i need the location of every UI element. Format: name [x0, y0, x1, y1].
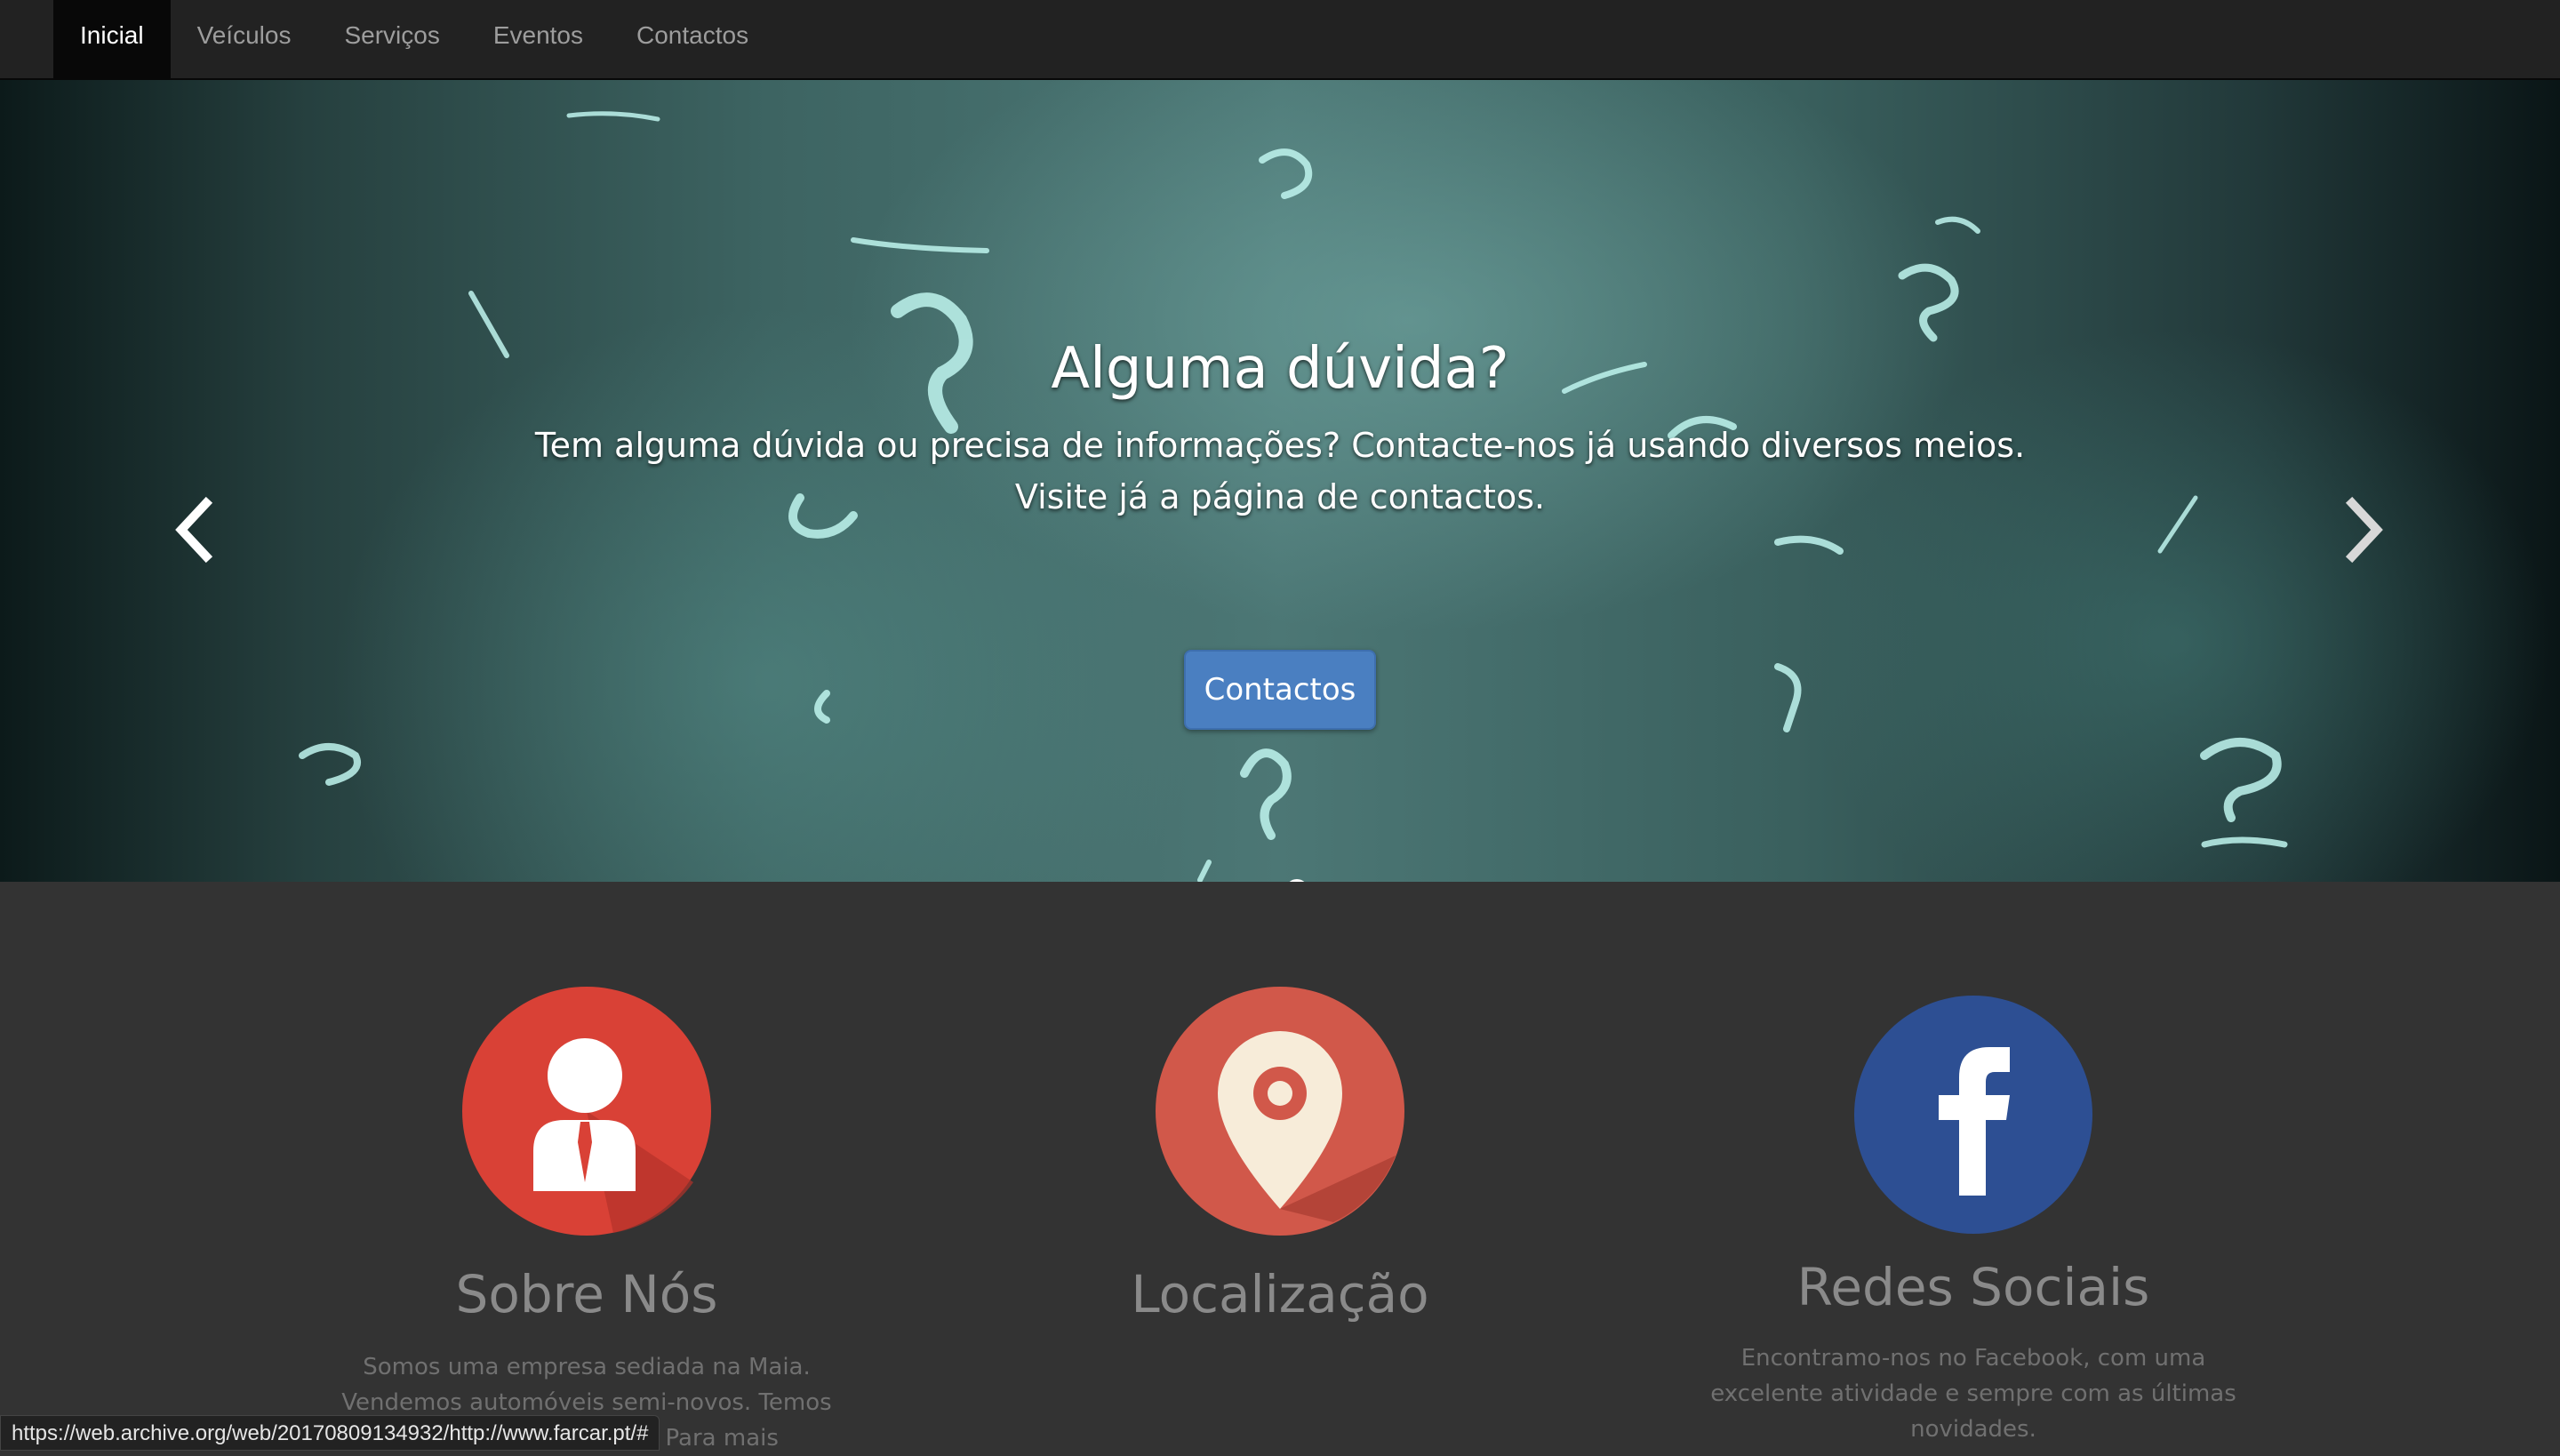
contactos-button[interactable]: Contactos [1184, 650, 1376, 730]
hero-carousel: Alguma dúvida? Tem alguma dúvida ou prec… [0, 80, 2560, 882]
nav-item-veiculos[interactable]: Veículos [171, 0, 318, 80]
carousel-text: Tem alguma dúvida ou precisa de informaç… [534, 426, 2026, 516]
map-pin-icon[interactable] [1156, 987, 1404, 1236]
carousel-next-button[interactable] [2336, 494, 2389, 565]
feature-title-location: Localização [1131, 1264, 1429, 1324]
carousel-caption: Alguma dúvida? Tem alguma dúvida ou prec… [480, 329, 2080, 523]
nav-menu: Inicial Veículos Serviços Eventos Contac… [53, 0, 775, 80]
link-status-bar: https://web.archive.org/web/201708091349… [0, 1415, 660, 1451]
feature-text-social: Encontramo-nos no Facebook, com uma exce… [1710, 1345, 2236, 1443]
feature-title-social: Redes Sociais [1796, 1257, 2150, 1317]
feature-title-about: Sobre Nós [455, 1264, 718, 1324]
features-section: Sobre Nós Somos uma empresa sediada na M… [0, 882, 2560, 1452]
top-navbar: Inicial Veículos Serviços Eventos Contac… [0, 0, 2560, 80]
chevron-left-icon [175, 496, 213, 564]
carousel-title: Alguma dúvida? [1051, 336, 1509, 402]
nav-item-inicial[interactable]: Inicial [53, 0, 171, 80]
nav-item-eventos[interactable]: Eventos [467, 0, 610, 80]
carousel-prev-button[interactable] [169, 494, 222, 565]
nav-item-servicos[interactable]: Serviços [317, 0, 466, 80]
chevron-right-icon [2345, 496, 2383, 564]
nav-item-contactos[interactable]: Contactos [610, 0, 775, 80]
facebook-icon[interactable] [1854, 996, 2092, 1234]
user-tie-icon[interactable] [462, 987, 711, 1236]
